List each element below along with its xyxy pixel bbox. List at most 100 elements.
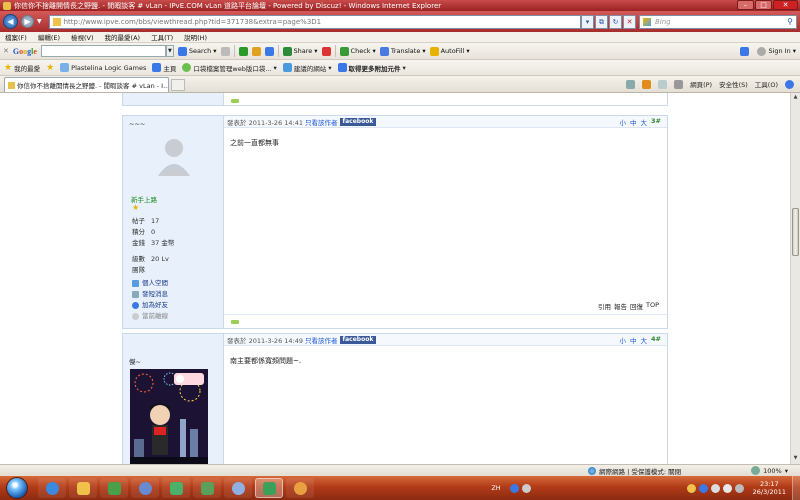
taskbar-app-5[interactable] xyxy=(224,478,252,498)
show-desktop-button[interactable] xyxy=(792,476,800,500)
news-icon[interactable] xyxy=(251,46,261,56)
scroll-up-icon[interactable]: ▲ xyxy=(792,94,799,102)
network-icon[interactable] xyxy=(710,483,720,493)
autofill-button[interactable]: AutoFill ▾ xyxy=(429,46,470,56)
reply-link[interactable]: 回復 xyxy=(630,301,643,311)
close-toolbar-icon[interactable]: ✕ xyxy=(3,47,9,55)
print-icon[interactable] xyxy=(674,79,684,89)
sign-in-button[interactable]: Sign In ▾ xyxy=(757,46,796,56)
mail-icon[interactable] xyxy=(658,79,668,89)
taskbar-ie[interactable] xyxy=(38,478,66,498)
favorite-pocket[interactable]: 口袋檔案管理web版口袋... ▾ xyxy=(182,63,277,73)
favorite-get-addons[interactable]: 取得更多附加元件 ▾ xyxy=(337,63,406,73)
favorite-suggested[interactable]: 建議的網站 ▾ xyxy=(282,63,332,73)
post-4-header: 發表於 2011-3-26 14:49 只看該作者 facebook 小 中 大… xyxy=(227,334,667,346)
taskbar-app-2[interactable] xyxy=(131,478,159,498)
feeds-icon[interactable] xyxy=(642,79,652,89)
report-link[interactable]: 報告 xyxy=(614,301,627,311)
vertical-scrollbar[interactable]: ▲ ▼ xyxy=(790,93,800,464)
taskbar-app-1[interactable] xyxy=(100,478,128,498)
pages-icon[interactable] xyxy=(220,46,230,56)
font-large[interactable]: 大 xyxy=(641,117,648,127)
page-menu[interactable]: 網頁(P) xyxy=(690,79,712,89)
check-button[interactable]: Check ▾ xyxy=(339,46,376,56)
wrench-icon[interactable] xyxy=(740,46,750,56)
compatibility-view-icon[interactable]: ⧉ xyxy=(595,14,608,29)
translate-page-icon[interactable] xyxy=(264,46,274,56)
top-link[interactable]: TOP xyxy=(646,301,659,311)
font-large[interactable]: 大 xyxy=(641,335,648,345)
address-bar[interactable]: http://www.ipve.com/bbs/viewthread.php?t… xyxy=(48,14,581,29)
favorite-home[interactable]: 主頁 xyxy=(152,63,176,73)
only-author-link[interactable]: 只看該作者 xyxy=(305,335,338,345)
bookmark-icon[interactable] xyxy=(238,46,248,56)
start-button[interactable] xyxy=(6,477,28,499)
safety-menu[interactable]: 安全性(S) xyxy=(719,79,748,89)
tray-icon[interactable] xyxy=(698,483,708,493)
flag-icon[interactable] xyxy=(722,483,732,493)
menu-edit[interactable]: 編輯(E) xyxy=(38,32,60,42)
search-icon[interactable]: ⚲ xyxy=(787,17,793,26)
forward-button[interactable]: ▶ xyxy=(21,15,34,28)
scroll-down-icon[interactable]: ▼ xyxy=(792,455,799,463)
language-indicator[interactable]: ZH xyxy=(491,484,500,492)
maximize-button[interactable]: □ xyxy=(755,0,772,10)
profile-link[interactable]: 個人空間 xyxy=(132,278,168,289)
stop-icon[interactable]: ✕ xyxy=(623,14,636,29)
tools-menu[interactable]: 工具(O) xyxy=(755,79,778,89)
font-medium[interactable]: 中 xyxy=(630,117,637,127)
floor-number[interactable]: 4# xyxy=(651,335,661,345)
add-friend-link[interactable]: 加為好友 xyxy=(132,300,168,311)
facebook-share-button[interactable]: facebook xyxy=(339,336,377,344)
taskbar-app-6[interactable] xyxy=(286,478,314,498)
volume-icon[interactable] xyxy=(734,483,744,493)
font-small[interactable]: 小 xyxy=(620,117,627,127)
only-author-link[interactable]: 只看該作者 xyxy=(305,117,338,127)
add-favorite-icon[interactable]: ★ xyxy=(46,63,54,73)
menu-help[interactable]: 說明(H) xyxy=(184,32,207,42)
history-dropdown-icon[interactable]: ▼ xyxy=(37,18,42,25)
ime-icon[interactable] xyxy=(521,483,531,493)
help-icon[interactable] xyxy=(509,483,519,493)
address-dropdown-icon[interactable]: ▾ xyxy=(581,14,594,29)
minimize-button[interactable]: – xyxy=(737,0,754,10)
send-message-link[interactable]: 發短消息 xyxy=(132,289,168,300)
taskbar-app-3[interactable] xyxy=(162,478,190,498)
new-tab-button[interactable] xyxy=(171,79,185,91)
menu-tools[interactable]: 工具(T) xyxy=(151,32,173,42)
font-medium[interactable]: 中 xyxy=(630,335,637,345)
menu-view[interactable]: 檢視(V) xyxy=(71,32,94,42)
favorite-plastelina[interactable]: Plastelina Logic Games xyxy=(60,63,146,72)
menu-file[interactable]: 檔案(F) xyxy=(5,32,27,42)
taskbar-explorer[interactable] xyxy=(69,478,97,498)
tab-current[interactable]: 你信你不捨離開情長之野鹽. - 閒暇談客 # vLan - I... ✕ xyxy=(4,77,169,92)
bing-search-input[interactable]: Bing ⚲ xyxy=(639,14,797,29)
author-name[interactable]: ~~~ xyxy=(129,120,145,128)
back-button[interactable]: ◀ xyxy=(3,14,18,29)
scroll-thumb[interactable] xyxy=(792,208,799,256)
menu-favorites[interactable]: 我的最愛(A) xyxy=(105,32,141,42)
security-zone[interactable]: 網際網路 | 受保護模式: 關閉 xyxy=(588,466,681,476)
font-small[interactable]: 小 xyxy=(620,335,627,345)
popup-blocker-icon[interactable] xyxy=(321,46,331,56)
share-button[interactable]: Share ▾ xyxy=(282,46,318,56)
taskbar-ie-active[interactable] xyxy=(255,478,283,498)
clock[interactable]: 23:17 26/3/2011 xyxy=(753,480,786,496)
facebook-share-button[interactable]: facebook xyxy=(339,118,377,126)
close-button[interactable]: ✕ xyxy=(773,0,798,10)
google-search-button[interactable]: Search ▾ xyxy=(177,46,217,56)
help-icon[interactable] xyxy=(785,79,794,89)
floor-number[interactable]: 3# xyxy=(651,117,661,127)
favorites-button[interactable]: ★ 我的最愛 xyxy=(4,63,40,73)
quote-link[interactable]: 引用 xyxy=(598,301,611,311)
google-search-input[interactable] xyxy=(40,45,166,57)
author-name[interactable]: 傑~ xyxy=(129,356,141,366)
translate-button[interactable]: Translate ▾ xyxy=(379,46,426,56)
refresh-icon[interactable]: ↻ xyxy=(609,14,622,29)
taskbar-app-4[interactable] xyxy=(193,478,221,498)
google-search-dropdown[interactable]: ▼ xyxy=(165,45,174,57)
google-logo[interactable]: Google xyxy=(13,47,37,56)
home-icon[interactable] xyxy=(626,79,636,89)
tray-icon[interactable] xyxy=(686,483,696,493)
zoom-control[interactable]: 100% ▾ xyxy=(751,466,800,475)
